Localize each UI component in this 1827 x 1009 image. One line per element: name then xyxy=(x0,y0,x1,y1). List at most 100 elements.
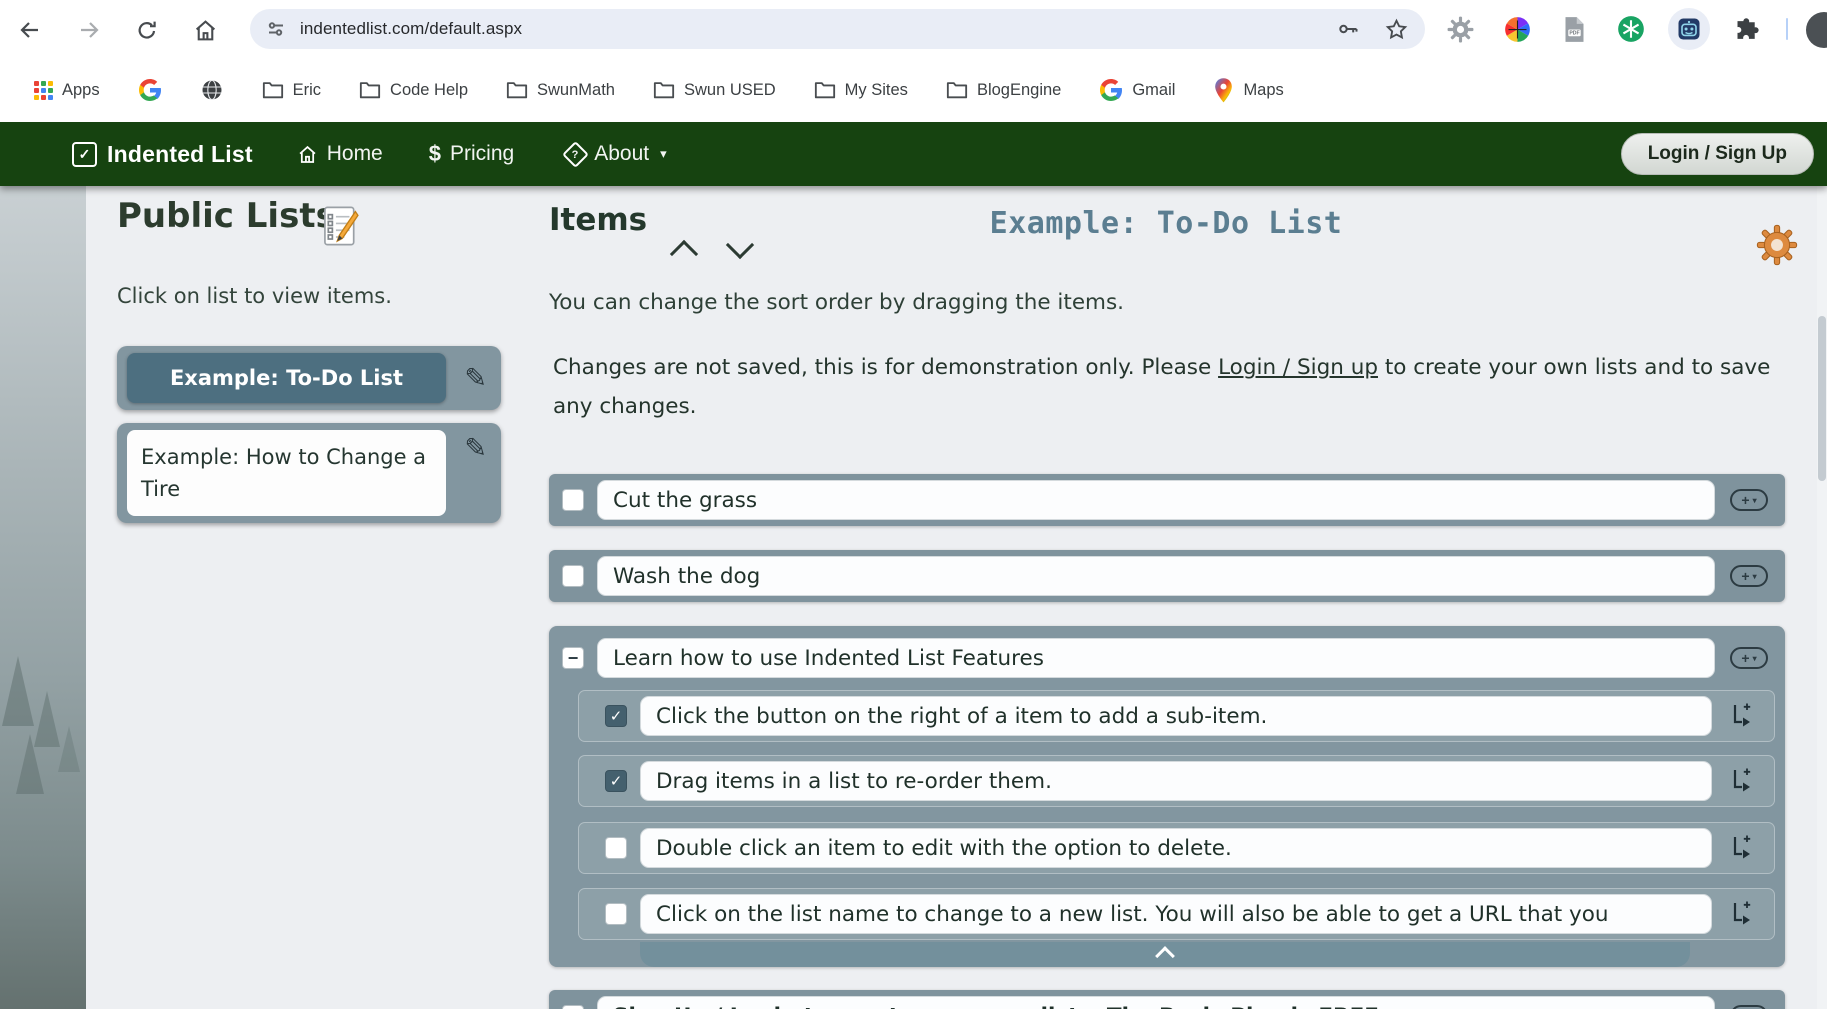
parent-item-row: − Learn how to use Indented List Feature… xyxy=(549,632,1785,684)
google-g-icon xyxy=(138,78,162,102)
list-button-change-tire[interactable]: Example: How to Change a Tire xyxy=(127,430,446,516)
bookmark-globe[interactable] xyxy=(186,72,238,108)
home-button[interactable] xyxy=(188,13,222,47)
extensions-puzzle-icon[interactable] xyxy=(1726,0,1766,58)
login-signup-link[interactable]: Login / Sign up xyxy=(1218,355,1378,380)
bookmark-folder-code-help[interactable]: Code Help xyxy=(345,74,482,106)
site-info-tune-icon[interactable] xyxy=(266,19,286,39)
current-list-title: Example: To-Do List xyxy=(856,206,1476,241)
folder-icon xyxy=(262,80,284,100)
item-text-input[interactable]: Wash the dog xyxy=(597,556,1715,596)
password-key-icon[interactable] xyxy=(1336,17,1360,41)
sub-item-arrow-plus-icon xyxy=(1727,899,1755,929)
collapse-all-chevron-up-icon[interactable] xyxy=(670,240,700,260)
collapse-group-bar[interactable] xyxy=(640,942,1690,967)
item-text-input[interactable]: Sign Up / Login to create your own lists… xyxy=(597,996,1715,1009)
list-item-group: − Learn how to use Indented List Feature… xyxy=(549,626,1785,967)
forest-tree-silhouette xyxy=(58,726,80,772)
folder-icon xyxy=(653,80,675,100)
add-nested-subitem-button[interactable] xyxy=(1726,766,1756,796)
profile-avatar[interactable] xyxy=(1806,12,1827,48)
item-checkbox[interactable] xyxy=(562,1005,584,1009)
expand-all-chevron-down-icon[interactable] xyxy=(726,240,756,260)
extension-pdf-icon[interactable]: PDF xyxy=(1554,0,1594,58)
page-scrollbar[interactable] xyxy=(1817,186,1827,1009)
item-text-input[interactable]: Cut the grass xyxy=(597,480,1715,520)
item-text-input[interactable]: Double click an item to edit with the op… xyxy=(640,828,1712,868)
globe-icon xyxy=(200,78,224,102)
folder-icon xyxy=(946,80,968,100)
dollar-icon: $ xyxy=(429,141,441,167)
address-bar[interactable]: indentedlist.com/default.aspx xyxy=(250,9,1425,49)
brand-name: Indented List xyxy=(107,141,253,168)
chevron-up-icon xyxy=(1155,946,1175,966)
extension-pinwheel-icon[interactable] xyxy=(1497,0,1537,58)
nav-link-home[interactable]: Home xyxy=(297,142,383,166)
add-subitem-pill-button[interactable]: +▾ xyxy=(1730,489,1768,511)
item-checkbox-checked[interactable]: ✓ xyxy=(605,705,627,727)
login-signup-button[interactable]: Login / Sign Up xyxy=(1621,133,1814,175)
public-lists-title: Public Lists xyxy=(117,196,336,236)
add-subitem-pill-button[interactable]: +▾ xyxy=(1730,647,1768,669)
add-nested-subitem-button[interactable] xyxy=(1726,899,1756,929)
item-text-input[interactable]: Drag items in a list to re-order them. xyxy=(640,761,1712,801)
apps-grid-icon xyxy=(34,81,53,100)
forest-tree-silhouette xyxy=(2,656,34,726)
item-text-input[interactable]: Click the button on the right of a item … xyxy=(640,696,1712,736)
edit-pencil-icon[interactable]: ✎ xyxy=(464,363,487,394)
collapse-minus-checkbox[interactable]: − xyxy=(562,647,584,669)
item-checkbox[interactable] xyxy=(605,837,627,859)
bookmark-folder-swun-used[interactable]: Swun USED xyxy=(639,74,790,106)
item-checkbox[interactable] xyxy=(562,565,584,587)
item-text-input[interactable]: Learn how to use Indented List Features xyxy=(597,638,1715,678)
extension-gear-icon[interactable] xyxy=(1440,0,1480,58)
list-item-row: Wash the dog +▾ xyxy=(549,550,1785,602)
public-list-card: Example: How to Change a Tire ✎ xyxy=(117,423,501,523)
list-button-todo[interactable]: Example: To-Do List xyxy=(127,353,446,403)
maps-pin-icon xyxy=(1213,77,1234,104)
item-checkbox-checked[interactable]: ✓ xyxy=(605,770,627,792)
item-text-input[interactable]: Click on the list name to change to a ne… xyxy=(640,894,1712,934)
scrollbar-thumb[interactable] xyxy=(1818,316,1826,481)
toolbar-divider xyxy=(1786,18,1788,40)
url-text: indentedlist.com/default.aspx xyxy=(300,19,522,39)
bookmark-gmail[interactable]: Gmail xyxy=(1085,72,1189,108)
drag-hint-text: You can change the sort order by draggin… xyxy=(549,290,1124,315)
sub-item-arrow-plus-icon xyxy=(1727,766,1755,796)
bookmark-folder-swunmath[interactable]: SwunMath xyxy=(492,74,629,106)
add-nested-subitem-button[interactable] xyxy=(1726,701,1756,731)
item-checkbox[interactable] xyxy=(605,903,627,925)
sub-item-arrow-plus-icon xyxy=(1727,833,1755,863)
sub-item-arrow-plus-icon xyxy=(1727,701,1755,731)
page-background: Public Lists Click on list to view items… xyxy=(0,186,1827,1009)
chevron-down-icon: ▾ xyxy=(660,146,667,162)
bookmark-maps[interactable]: Maps xyxy=(1199,71,1297,110)
item-checkbox[interactable] xyxy=(562,489,584,511)
bookmark-folder-blogengine[interactable]: BlogEngine xyxy=(932,74,1075,106)
add-nested-subitem-button[interactable] xyxy=(1726,833,1756,863)
bookmark-google[interactable] xyxy=(124,72,176,108)
home-icon xyxy=(297,144,318,165)
bookmark-folder-my-sites[interactable]: My Sites xyxy=(800,74,922,106)
home-icon xyxy=(193,18,218,43)
forward-button[interactable] xyxy=(72,13,106,47)
extension-robot-icon[interactable] xyxy=(1668,8,1710,50)
add-subitem-pill-button[interactable]: +▾ xyxy=(1730,565,1768,587)
demo-notice: Changes are not saved, this is for demon… xyxy=(553,348,1778,426)
sub-item-row: ✓ Click the button on the right of a ite… xyxy=(578,690,1775,742)
nav-link-pricing[interactable]: $ Pricing xyxy=(429,141,514,167)
edit-pencil-icon[interactable]: ✎ xyxy=(464,433,487,464)
reload-button[interactable] xyxy=(130,13,164,47)
bookmark-star-icon[interactable] xyxy=(1384,17,1409,42)
brand[interactable]: ✓ Indented List xyxy=(72,141,253,168)
bookmark-apps[interactable]: Apps xyxy=(20,75,114,106)
nav-link-about[interactable]: ? About ▾ xyxy=(566,142,666,166)
content-panel: Public Lists Click on list to view items… xyxy=(86,186,1817,1009)
sub-item-row: Click on the list name to change to a ne… xyxy=(578,888,1775,940)
bookmark-folder-eric[interactable]: Eric xyxy=(248,74,335,106)
add-subitem-pill-button[interactable]: +▾ xyxy=(1730,1005,1768,1009)
folder-icon xyxy=(359,80,381,100)
settings-gear-icon[interactable] xyxy=(1756,224,1798,271)
back-button[interactable] xyxy=(13,13,47,47)
extension-chatgpt-icon[interactable] xyxy=(1611,0,1651,58)
